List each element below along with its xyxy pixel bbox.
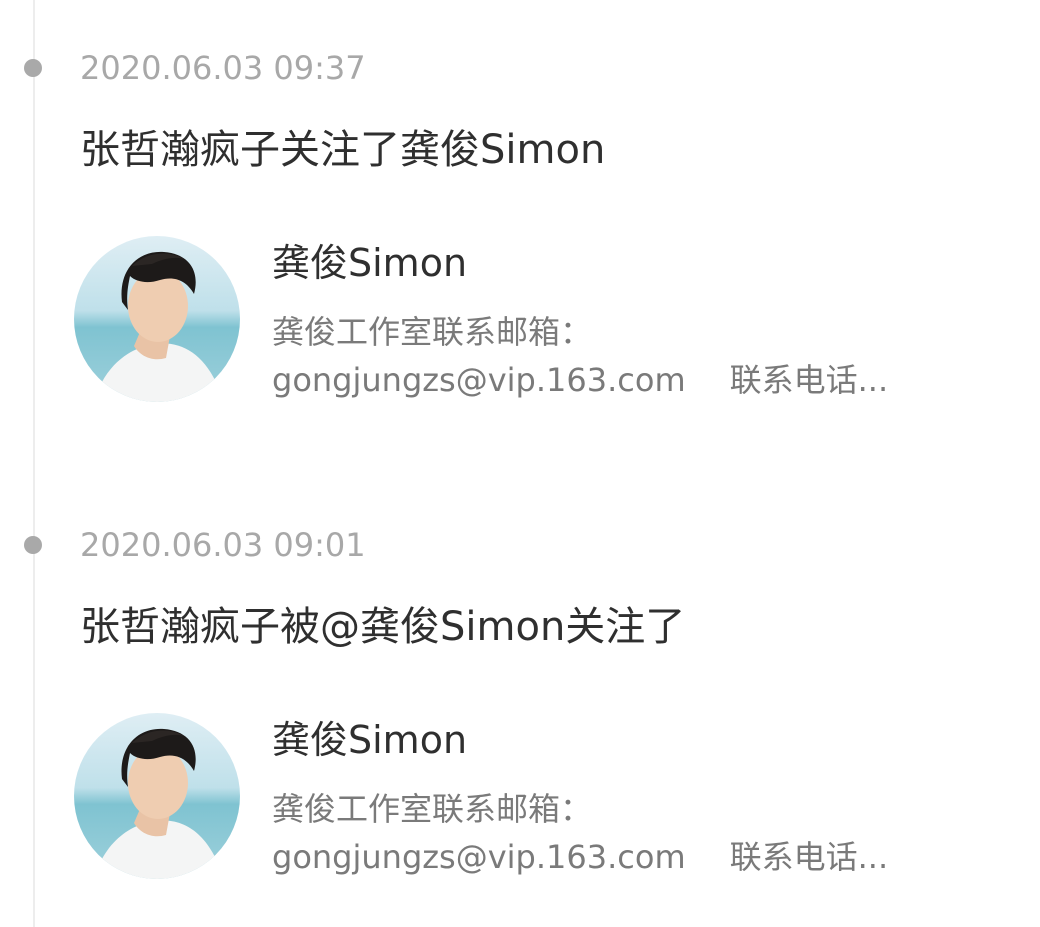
user-bio-line: 龚俊工作室联系邮箱：	[272, 313, 593, 351]
user-bio-line: 龚俊工作室联系邮箱：	[272, 790, 593, 828]
activity-text[interactable]: 张哲瀚疯子关注了龚俊Simon	[80, 124, 605, 176]
user-name[interactable]: 龚俊Simon	[272, 715, 467, 765]
timestamp: 2020.06.03 09:01	[80, 526, 366, 564]
feed-item: 2020.06.03 09:37 张哲瀚疯子关注了龚俊Simon 龚俊Simon…	[0, 0, 1040, 402]
bio-email: gongjungzs@vip.163.com	[272, 838, 686, 876]
user-bio-line: gongjungzs@vip.163.com 联系电话...	[272, 835, 888, 879]
profile-photo-icon	[74, 713, 240, 879]
bio-phone: 联系电话...	[729, 838, 889, 876]
avatar[interactable]	[74, 713, 240, 879]
feed-item: 2020.06.03 09:01 张哲瀚疯子被@龚俊Simon关注了 龚俊Sim…	[0, 477, 1040, 879]
timeline-dot	[24, 59, 42, 77]
user-name[interactable]: 龚俊Simon	[272, 238, 467, 288]
timestamp: 2020.06.03 09:37	[80, 49, 366, 87]
bio-phone: 联系电话...	[729, 361, 889, 399]
timeline-dot	[24, 536, 42, 554]
user-card[interactable]: 龚俊Simon 龚俊工作室联系邮箱： gongjungzs@vip.163.co…	[74, 236, 994, 416]
avatar[interactable]	[74, 236, 240, 402]
user-bio-line: gongjungzs@vip.163.com 联系电话...	[272, 358, 888, 402]
activity-text[interactable]: 张哲瀚疯子被@龚俊Simon关注了	[80, 601, 685, 653]
user-card[interactable]: 龚俊Simon 龚俊工作室联系邮箱： gongjungzs@vip.163.co…	[74, 713, 994, 893]
profile-photo-icon	[74, 236, 240, 402]
bio-email: gongjungzs@vip.163.com	[272, 361, 686, 399]
